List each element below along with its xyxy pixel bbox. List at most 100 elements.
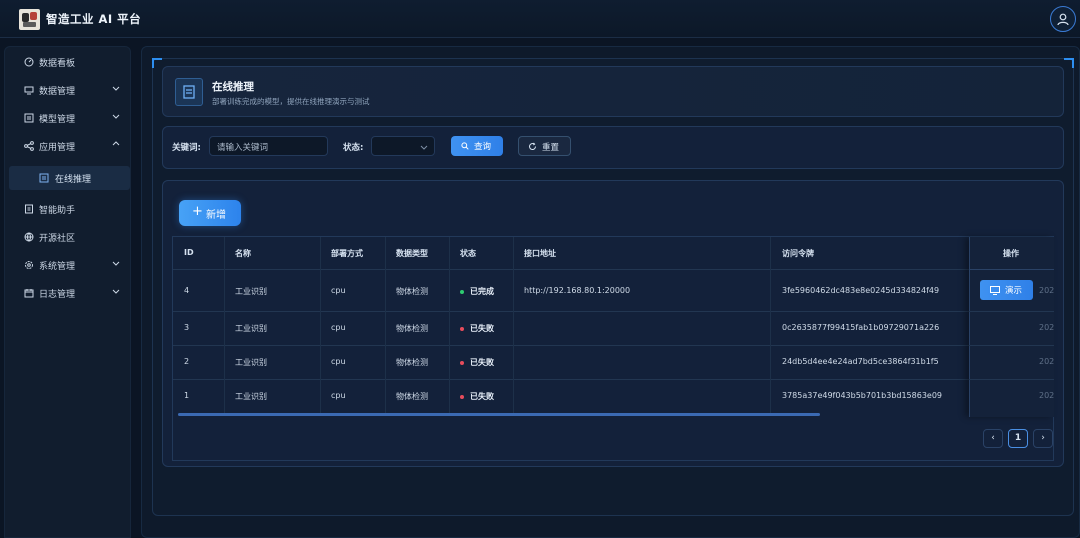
dashboard-icon <box>24 57 34 67</box>
cell-data-type: 物体检测 <box>396 392 428 401</box>
panel-corner-decoration <box>1064 58 1074 68</box>
cell-truncated: 202 <box>1039 391 1055 400</box>
add-button-label: 新增 <box>206 210 226 221</box>
sidebar-item-label: 应用管理 <box>39 143 76 153</box>
sidebar-item-online-inference[interactable]: 在线推理 <box>9 166 130 190</box>
status-label: 状态: <box>343 143 364 153</box>
plus-icon: + <box>192 204 203 219</box>
column-divider <box>320 237 321 413</box>
column-divider <box>449 237 450 413</box>
sidebar-item-label: 模型管理 <box>39 115 76 125</box>
table-row-divider <box>173 345 1053 346</box>
sidebar-item-label: 系统管理 <box>39 262 76 272</box>
pagination-next-button[interactable]: › <box>1033 429 1053 448</box>
column-header-token[interactable]: 访问令牌 <box>782 248 814 259</box>
status-badge: 已完成 <box>460 286 494 297</box>
sidebar-item-system-management[interactable]: 系统管理 <box>5 254 130 276</box>
reset-button-label: 重置 <box>542 143 560 153</box>
status-badge: 已失败 <box>460 357 494 368</box>
cell-deploy: cpu <box>331 391 346 400</box>
cell-id: 1 <box>184 391 190 400</box>
table-row-divider <box>173 379 1053 380</box>
app-logo <box>19 9 40 30</box>
cell-truncated: 202 <box>1039 357 1055 366</box>
doc-icon <box>39 173 49 183</box>
column-header-action: 操作 <box>1003 249 1019 258</box>
reset-button[interactable]: 重置 <box>518 136 571 156</box>
chevron-down-icon <box>112 289 120 294</box>
status-text: 已失败 <box>470 392 494 401</box>
cell-deploy: cpu <box>331 286 346 295</box>
chevron-down-icon <box>112 86 120 91</box>
status-text: 已失败 <box>470 324 494 333</box>
keyword-input[interactable]: 请输入关键词 <box>209 136 328 156</box>
add-button[interactable]: + 新增 <box>179 200 241 226</box>
sidebar-item-log-management[interactable]: 日志管理 <box>5 282 130 304</box>
document-icon <box>183 85 195 99</box>
sidebar-item-community[interactable]: 开源社区 <box>5 226 130 248</box>
table-row-divider <box>969 345 1054 346</box>
cell-truncated: 202 <box>1039 286 1055 295</box>
cell-data-type: 物体检测 <box>396 358 428 367</box>
status-badge: 已失败 <box>460 323 494 334</box>
cell-name: 工业识别 <box>235 324 267 333</box>
cell-data-type: 物体检测 <box>396 324 428 333</box>
cell-endpoint[interactable]: http://192.168.80.1:20000 <box>524 286 630 295</box>
demo-button-label: 演示 <box>1005 286 1023 296</box>
cell-name: 工业识别 <box>235 392 267 401</box>
assistant-icon <box>25 204 33 214</box>
column-header-name[interactable]: 名称 <box>235 248 251 259</box>
cell-id: 2 <box>184 357 190 366</box>
cell-token: 0c2635877f99415fab1b09729071a226 <box>782 323 940 332</box>
monitor-icon <box>990 286 1000 295</box>
share-icon <box>24 141 34 151</box>
column-header-data-type[interactable]: 数据类型 <box>396 248 428 259</box>
status-select[interactable] <box>371 136 435 156</box>
status-badge: 已失败 <box>460 391 494 402</box>
cell-name: 工业识别 <box>235 287 267 296</box>
query-button-label: 查询 <box>474 142 492 152</box>
sidebar-item-label: 开源社区 <box>39 234 76 244</box>
table-row-divider <box>969 379 1054 380</box>
chevron-down-icon <box>112 114 120 119</box>
status-text: 已完成 <box>470 287 494 296</box>
cell-data-type: 物体检测 <box>396 287 428 296</box>
gear-icon <box>25 261 33 269</box>
sidebar-item-model-management[interactable]: 模型管理 <box>5 107 130 129</box>
table-row-divider <box>969 311 1054 312</box>
sidebar-item-label: 数据管理 <box>39 87 76 97</box>
sidebar-item-assistant[interactable]: 智能助手 <box>5 198 130 220</box>
column-header-id[interactable]: ID <box>184 248 194 257</box>
app-title: 智造工业 AI 平台 <box>46 12 142 26</box>
page-header-card <box>162 66 1064 117</box>
cell-deploy: cpu <box>331 357 346 366</box>
cell-token: 3785a37e49f043b5b701b3bd15863e09 <box>782 391 943 400</box>
cell-truncated: 202 <box>1039 323 1055 332</box>
pagination-prev-button[interactable]: ‹ <box>983 429 1003 448</box>
cell-id: 3 <box>184 323 190 332</box>
calendar-icon <box>24 289 34 298</box>
table-horizontal-scrollbar[interactable] <box>178 413 820 416</box>
sidebar-item-data-management[interactable]: 数据管理 <box>5 79 130 101</box>
column-header-deploy[interactable]: 部署方式 <box>331 248 363 259</box>
table-row-divider <box>173 311 1053 312</box>
sidebar-item-app-management[interactable]: 应用管理 <box>5 135 130 157</box>
cell-deploy: cpu <box>331 323 346 332</box>
column-header-status[interactable]: 状态 <box>460 248 476 259</box>
cell-id: 4 <box>184 286 190 295</box>
status-dot <box>460 289 464 294</box>
sidebar-item-label: 日志管理 <box>39 290 76 300</box>
monitor-icon <box>24 86 34 95</box>
column-header-endpoint[interactable]: 接口地址 <box>524 248 556 259</box>
sidebar-item-dashboard[interactable]: 数据看板 <box>5 51 130 73</box>
table-header-divider <box>969 269 1054 270</box>
query-button[interactable]: 查询 <box>451 136 503 156</box>
demo-button[interactable]: 演示 <box>980 280 1033 300</box>
pagination-page-1[interactable]: 1 <box>1008 429 1028 448</box>
column-divider <box>513 237 514 413</box>
page-subtitle: 部署训练完成的模型，提供在线推理演示与测试 <box>212 97 370 106</box>
user-avatar-button[interactable] <box>1050 6 1076 32</box>
search-icon <box>461 142 469 150</box>
cell-token: 3fe5960462dc483e8e0245d334824f49 <box>782 286 940 295</box>
cell-token: 24db5d4ee4e24ad7bd5ce3864f31b1f5 <box>782 357 939 366</box>
